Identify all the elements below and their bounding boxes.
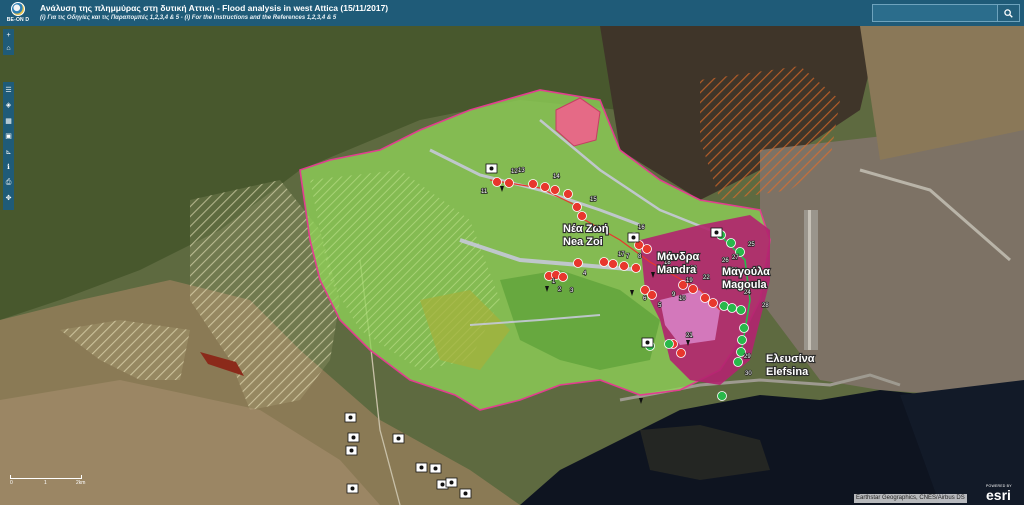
locate-icon: ✥ xyxy=(5,195,12,203)
place-label-mandra-el: Μάνδρα xyxy=(657,251,700,263)
logo-text: BE-ON D xyxy=(6,17,30,23)
place-label-magoula-el: Μαγούλα xyxy=(722,266,770,278)
svg-text:13: 13 xyxy=(518,168,525,174)
app-subtitle-link[interactable]: (i) Για τις Οδηγίες και τις Παραπομπές 1… xyxy=(40,15,336,21)
svg-text:10: 10 xyxy=(679,296,686,302)
place-label-nea-zoi-en: Nea Zoi xyxy=(563,236,603,248)
svg-text:16: 16 xyxy=(638,225,645,231)
layers-button[interactable]: ◈ xyxy=(3,98,14,114)
app-window: BE-ON D Ανάλυση της πλημμύρας στη δυτική… xyxy=(0,0,1024,505)
svg-text:14: 14 xyxy=(553,174,560,180)
measure-icon: ⊾ xyxy=(5,148,12,156)
app-title: Ανάλυση της πλημμύρας στη δυτική Αττική … xyxy=(40,3,389,13)
svg-text:21: 21 xyxy=(686,333,693,339)
locate-button[interactable]: ✥ xyxy=(3,191,14,207)
zoom-in-button[interactable]: + xyxy=(3,29,14,42)
table-button[interactable]: ▦ xyxy=(3,113,14,129)
svg-text:19: 19 xyxy=(686,278,693,284)
svg-text:17: 17 xyxy=(618,252,625,258)
print-button[interactable]: ⎙ xyxy=(3,175,14,191)
info-button[interactable]: ℹ xyxy=(3,160,14,176)
svg-text:22: 22 xyxy=(703,275,710,281)
svg-text:29: 29 xyxy=(744,354,751,360)
basemap-icon: ▣ xyxy=(5,133,12,141)
grid-icon: ▦ xyxy=(5,117,12,125)
svg-text:15: 15 xyxy=(590,197,597,203)
zoom-controls: + ⌂ xyxy=(3,29,14,55)
esri-logo: POWERED BY esri xyxy=(986,484,1012,502)
search-box xyxy=(872,4,1020,22)
svg-text:26: 26 xyxy=(722,258,729,264)
list-icon: ☰ xyxy=(5,86,12,94)
scale-label-2: 2km xyxy=(76,480,86,486)
search-button[interactable] xyxy=(997,5,1019,21)
svg-text:28: 28 xyxy=(762,303,769,309)
plus-icon: + xyxy=(6,32,11,39)
beond-logo: BE-ON D xyxy=(3,2,33,24)
place-label-mandra-en: Mandra xyxy=(657,264,697,276)
scale-line xyxy=(10,475,82,479)
place-label-elefsina-el: Ελευσίνα xyxy=(766,353,815,365)
airstrip-runway xyxy=(808,210,811,350)
place-label-magoula-en: Magoula xyxy=(722,279,767,291)
svg-text:25: 25 xyxy=(748,242,755,248)
layers-icon: ◈ xyxy=(5,102,12,110)
search-icon xyxy=(1004,8,1013,18)
map-canvas[interactable]: 11 12 13 14 15 16 17 18 19 20 21 22 23 2… xyxy=(0,26,1024,505)
scale-bar: 0 1 2km xyxy=(10,472,100,486)
svg-text:11: 11 xyxy=(481,189,488,195)
map-view[interactable]: 11 12 13 14 15 16 17 18 19 20 21 22 23 2… xyxy=(0,26,1024,505)
app-header: BE-ON D Ανάλυση της πλημμύρας στη δυτική… xyxy=(0,0,1024,26)
info-icon: ℹ xyxy=(7,164,10,172)
search-input[interactable] xyxy=(873,5,997,21)
measure-button[interactable]: ⊾ xyxy=(3,144,14,160)
home-button[interactable]: ⌂ xyxy=(3,42,14,55)
tool-bar: ☰ ◈ ▦ ▣ ⊾ ℹ ⎙ ✥ xyxy=(3,82,14,210)
legend-button[interactable]: ☰ xyxy=(3,82,14,98)
esri-wordmark: esri xyxy=(986,487,1011,503)
home-icon: ⌂ xyxy=(6,45,11,52)
logo-emblem xyxy=(11,2,25,16)
svg-text:30: 30 xyxy=(745,371,752,377)
place-label-nea-zoi-el: Νέα Ζωή xyxy=(563,223,609,235)
svg-text:27: 27 xyxy=(732,255,739,261)
print-icon: ⎙ xyxy=(5,178,12,186)
scale-label-1: 1 xyxy=(44,480,47,486)
basemap-button[interactable]: ▣ xyxy=(3,129,14,145)
place-label-elefsina-en: Elefsina xyxy=(766,366,809,378)
map-attribution: Earthstar Geographics, CNES/Airbus DS xyxy=(854,494,967,503)
scale-label-0: 0 xyxy=(10,480,13,486)
